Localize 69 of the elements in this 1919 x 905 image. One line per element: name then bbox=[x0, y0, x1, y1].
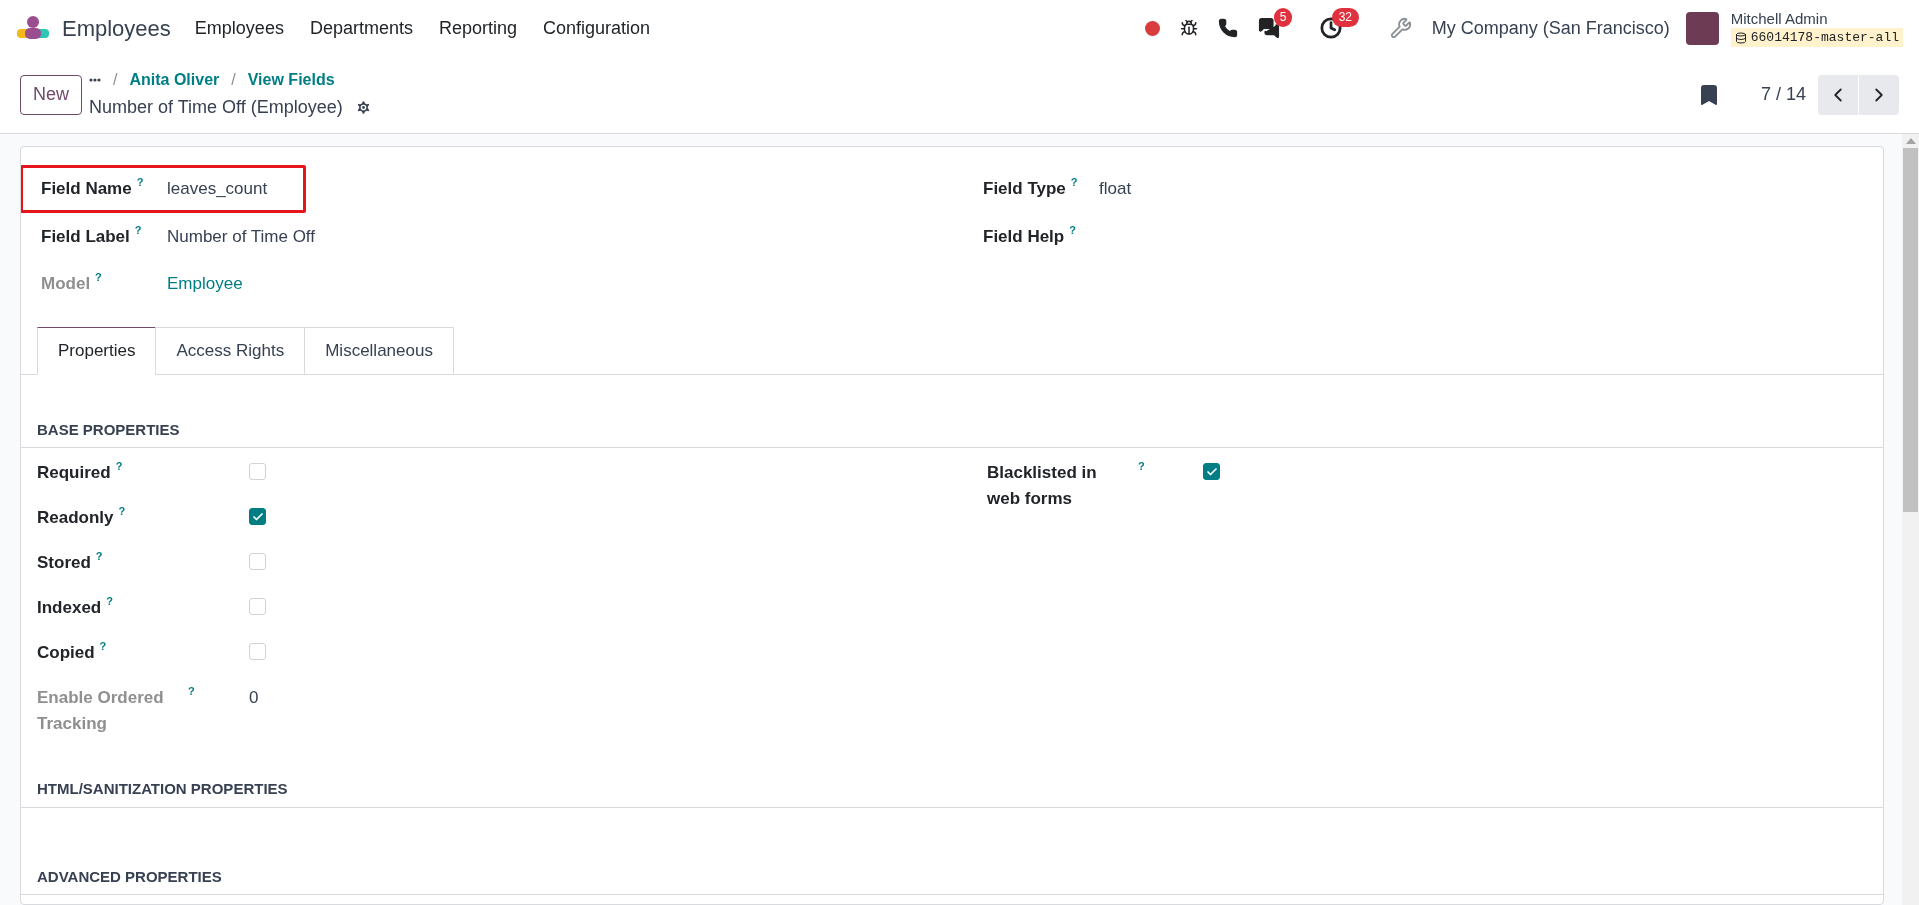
field-label: Copied bbox=[37, 642, 95, 664]
help-tooltip-icon[interactable]: ? bbox=[99, 641, 107, 652]
previous-button[interactable] bbox=[1818, 74, 1858, 115]
help-tooltip-icon[interactable]: ? bbox=[1070, 177, 1078, 188]
pager-value[interactable]: 7 / 14 bbox=[1760, 81, 1806, 108]
field-label: Field Type bbox=[983, 178, 1066, 200]
menu-item[interactable]: Configuration bbox=[543, 14, 651, 42]
help-tooltip-icon[interactable]: ? bbox=[118, 506, 126, 517]
user-name[interactable]: Mitchell Admin bbox=[1730, 9, 1903, 28]
settings-icon[interactable] bbox=[354, 99, 372, 116]
more-icon[interactable] bbox=[89, 78, 101, 82]
field-label: Model bbox=[41, 273, 91, 295]
breadcrumb-separator: / bbox=[231, 70, 236, 90]
model-link[interactable]: Employee bbox=[167, 271, 243, 297]
tab[interactable]: Miscellaneous bbox=[304, 326, 454, 375]
field-value: Number of Time Off bbox=[167, 225, 315, 248]
field-label: Blacklisted in web forms bbox=[987, 462, 1098, 510]
database-name: 66014178-master-all bbox=[1750, 29, 1899, 47]
help-tooltip-icon[interactable]: ? bbox=[134, 224, 142, 236]
field-label: Field Label bbox=[41, 225, 130, 248]
help-tooltip-icon[interactable]: ? bbox=[95, 551, 103, 562]
phone-icon[interactable] bbox=[1217, 18, 1238, 38]
field-label: Enable Ordered Tracking bbox=[37, 687, 165, 735]
help-tooltip-icon[interactable]: ? bbox=[106, 596, 113, 607]
help-tooltip-icon[interactable]: ? bbox=[115, 461, 123, 472]
app-title[interactable]: Employees bbox=[62, 11, 171, 45]
help-tooltip-icon[interactable]: ? bbox=[136, 177, 144, 188]
field-label: Field Name bbox=[41, 178, 132, 200]
tools-icon[interactable] bbox=[1389, 17, 1412, 39]
help-tooltip-icon[interactable]: ? bbox=[1069, 224, 1076, 236]
chat-icon[interactable] bbox=[1257, 17, 1280, 39]
database-icon bbox=[1734, 31, 1747, 44]
help-tooltip-icon[interactable]: ? bbox=[95, 272, 102, 283]
help-tooltip-icon[interactable]: ? bbox=[188, 686, 195, 697]
count-badge: 32 bbox=[1331, 8, 1360, 27]
check-icon bbox=[251, 510, 264, 523]
people-logo-icon bbox=[16, 15, 50, 41]
field-value: float bbox=[1099, 178, 1132, 200]
section-title: HTML/SANITIZATION PROPERTIES bbox=[21, 778, 1883, 808]
checkbox[interactable] bbox=[249, 508, 266, 525]
breadcrumb-link[interactable]: Anita Oliver bbox=[129, 68, 220, 92]
menu-item[interactable]: Employees bbox=[194, 14, 284, 42]
field-label: Required bbox=[37, 462, 111, 484]
field-label: Field Help bbox=[983, 225, 1065, 248]
avatar-icon[interactable] bbox=[1685, 11, 1719, 45]
next-button[interactable] bbox=[1859, 74, 1899, 115]
company-switcher[interactable]: My Company (San Francisco) bbox=[1431, 14, 1670, 42]
record-title: Number of Time Off (Employee) bbox=[89, 96, 343, 119]
count-badge: 5 bbox=[1273, 8, 1293, 27]
field-label: Indexed bbox=[37, 597, 102, 619]
tab[interactable]: Properties bbox=[37, 326, 157, 375]
bug-icon[interactable] bbox=[1179, 19, 1198, 37]
menu-item[interactable]: Departments bbox=[309, 14, 413, 42]
scrollbar-thumb[interactable] bbox=[1903, 148, 1918, 512]
scrollbar[interactable] bbox=[1902, 134, 1919, 905]
field-label: Readonly bbox=[37, 507, 114, 529]
section-title: ADVANCED PROPERTIES bbox=[21, 865, 1883, 895]
field-label: Stored bbox=[37, 552, 91, 574]
new-button[interactable]: New bbox=[20, 74, 82, 115]
checkbox[interactable] bbox=[1203, 463, 1220, 480]
field-value: 0 bbox=[249, 687, 259, 709]
tab[interactable]: Access Rights bbox=[155, 326, 306, 375]
check-icon bbox=[1205, 465, 1218, 478]
breadcrumb-link[interactable]: View Fields bbox=[247, 68, 335, 92]
breadcrumb-separator: / bbox=[113, 70, 118, 90]
menu-item[interactable]: Reporting bbox=[438, 14, 517, 42]
section-title: BASE PROPERTIES bbox=[21, 418, 1883, 448]
field-value: leaves_count bbox=[167, 178, 268, 200]
help-tooltip-icon[interactable]: ? bbox=[1138, 461, 1145, 472]
